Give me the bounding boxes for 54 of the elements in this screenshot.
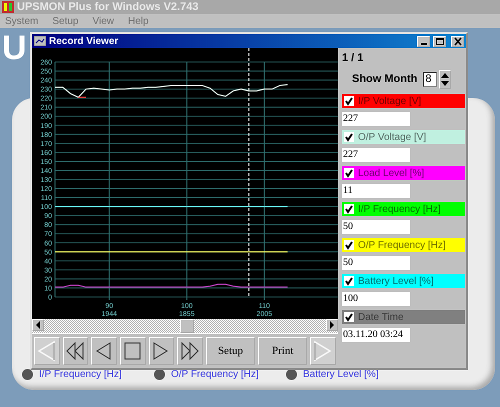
checkbox[interactable] (344, 276, 354, 286)
window-title: Record Viewer (49, 36, 120, 46)
checkbox[interactable] (344, 312, 354, 322)
close-icon (452, 36, 462, 46)
right-arrow-icon (329, 321, 335, 329)
fast-forward-button[interactable] (177, 337, 203, 365)
checkbox[interactable] (344, 96, 354, 106)
double-left-triangle-icon (64, 340, 86, 362)
value-field[interactable]: 03.11.20 03:24 (342, 328, 410, 342)
parameter-label: Load Level [%] (358, 168, 424, 178)
parameter-label: O/P Voltage [V] (358, 132, 426, 142)
parameter-label: Battery Level [%] (358, 276, 434, 286)
month-spinner-field[interactable]: 8 (423, 72, 438, 86)
value-field[interactable]: 50 (342, 220, 410, 234)
previous-button[interactable] (91, 337, 117, 365)
parameter-label: O/P Frequency [Hz] (358, 240, 446, 250)
checkbox[interactable] (344, 168, 354, 178)
value-field[interactable]: 50 (342, 256, 410, 270)
value-field[interactable]: 11 (342, 184, 410, 198)
window-icon (34, 36, 46, 46)
logo: U (2, 30, 27, 66)
indicator-label: O/P Frequency [Hz] (171, 369, 259, 380)
toolbar-button[interactable]: Print (258, 337, 308, 365)
next-button[interactable] (148, 337, 174, 365)
maximize-icon (434, 36, 444, 46)
indicator-label: I/P Frequency [Hz] (39, 369, 122, 380)
value-field[interactable]: 227 (342, 112, 410, 126)
rewind-button[interactable] (62, 337, 88, 365)
spinner-arrows-icon[interactable] (439, 70, 452, 88)
indicator-label: Battery Level [%] (303, 369, 379, 380)
page-counter: 1 / 1 (342, 52, 364, 66)
checkbox[interactable] (344, 132, 354, 142)
double-right-triangle-icon (179, 340, 202, 362)
left-triangle-icon (36, 340, 58, 362)
scroll-thumb[interactable] (180, 319, 194, 333)
parameter-label: Date Time (358, 312, 404, 322)
app-title: UPSMON Plus for Windows V2.743 (17, 1, 198, 13)
checkbox[interactable] (344, 240, 354, 250)
stop-button[interactable] (120, 337, 146, 365)
left-arrow-icon (35, 321, 41, 329)
scroll-left-button[interactable] (32, 319, 44, 331)
scroll-right-button[interactable] (326, 319, 338, 331)
minimize-icon (420, 42, 426, 44)
minimize-button[interactable] (417, 36, 430, 46)
maximize-button[interactable] (433, 36, 446, 46)
app-icon (2, 1, 14, 13)
close-button[interactable] (451, 36, 464, 46)
parameter-label: I/P Voltage [V] (358, 96, 422, 106)
parameter-label: I/P Frequency [Hz] (358, 204, 441, 214)
checkbox[interactable] (344, 204, 354, 214)
show-month-label: Show Month (352, 73, 418, 85)
value-field[interactable]: 227 (342, 148, 410, 162)
toolbar-button[interactable]: Setup (206, 337, 256, 365)
value-field[interactable]: 100 (342, 292, 410, 306)
